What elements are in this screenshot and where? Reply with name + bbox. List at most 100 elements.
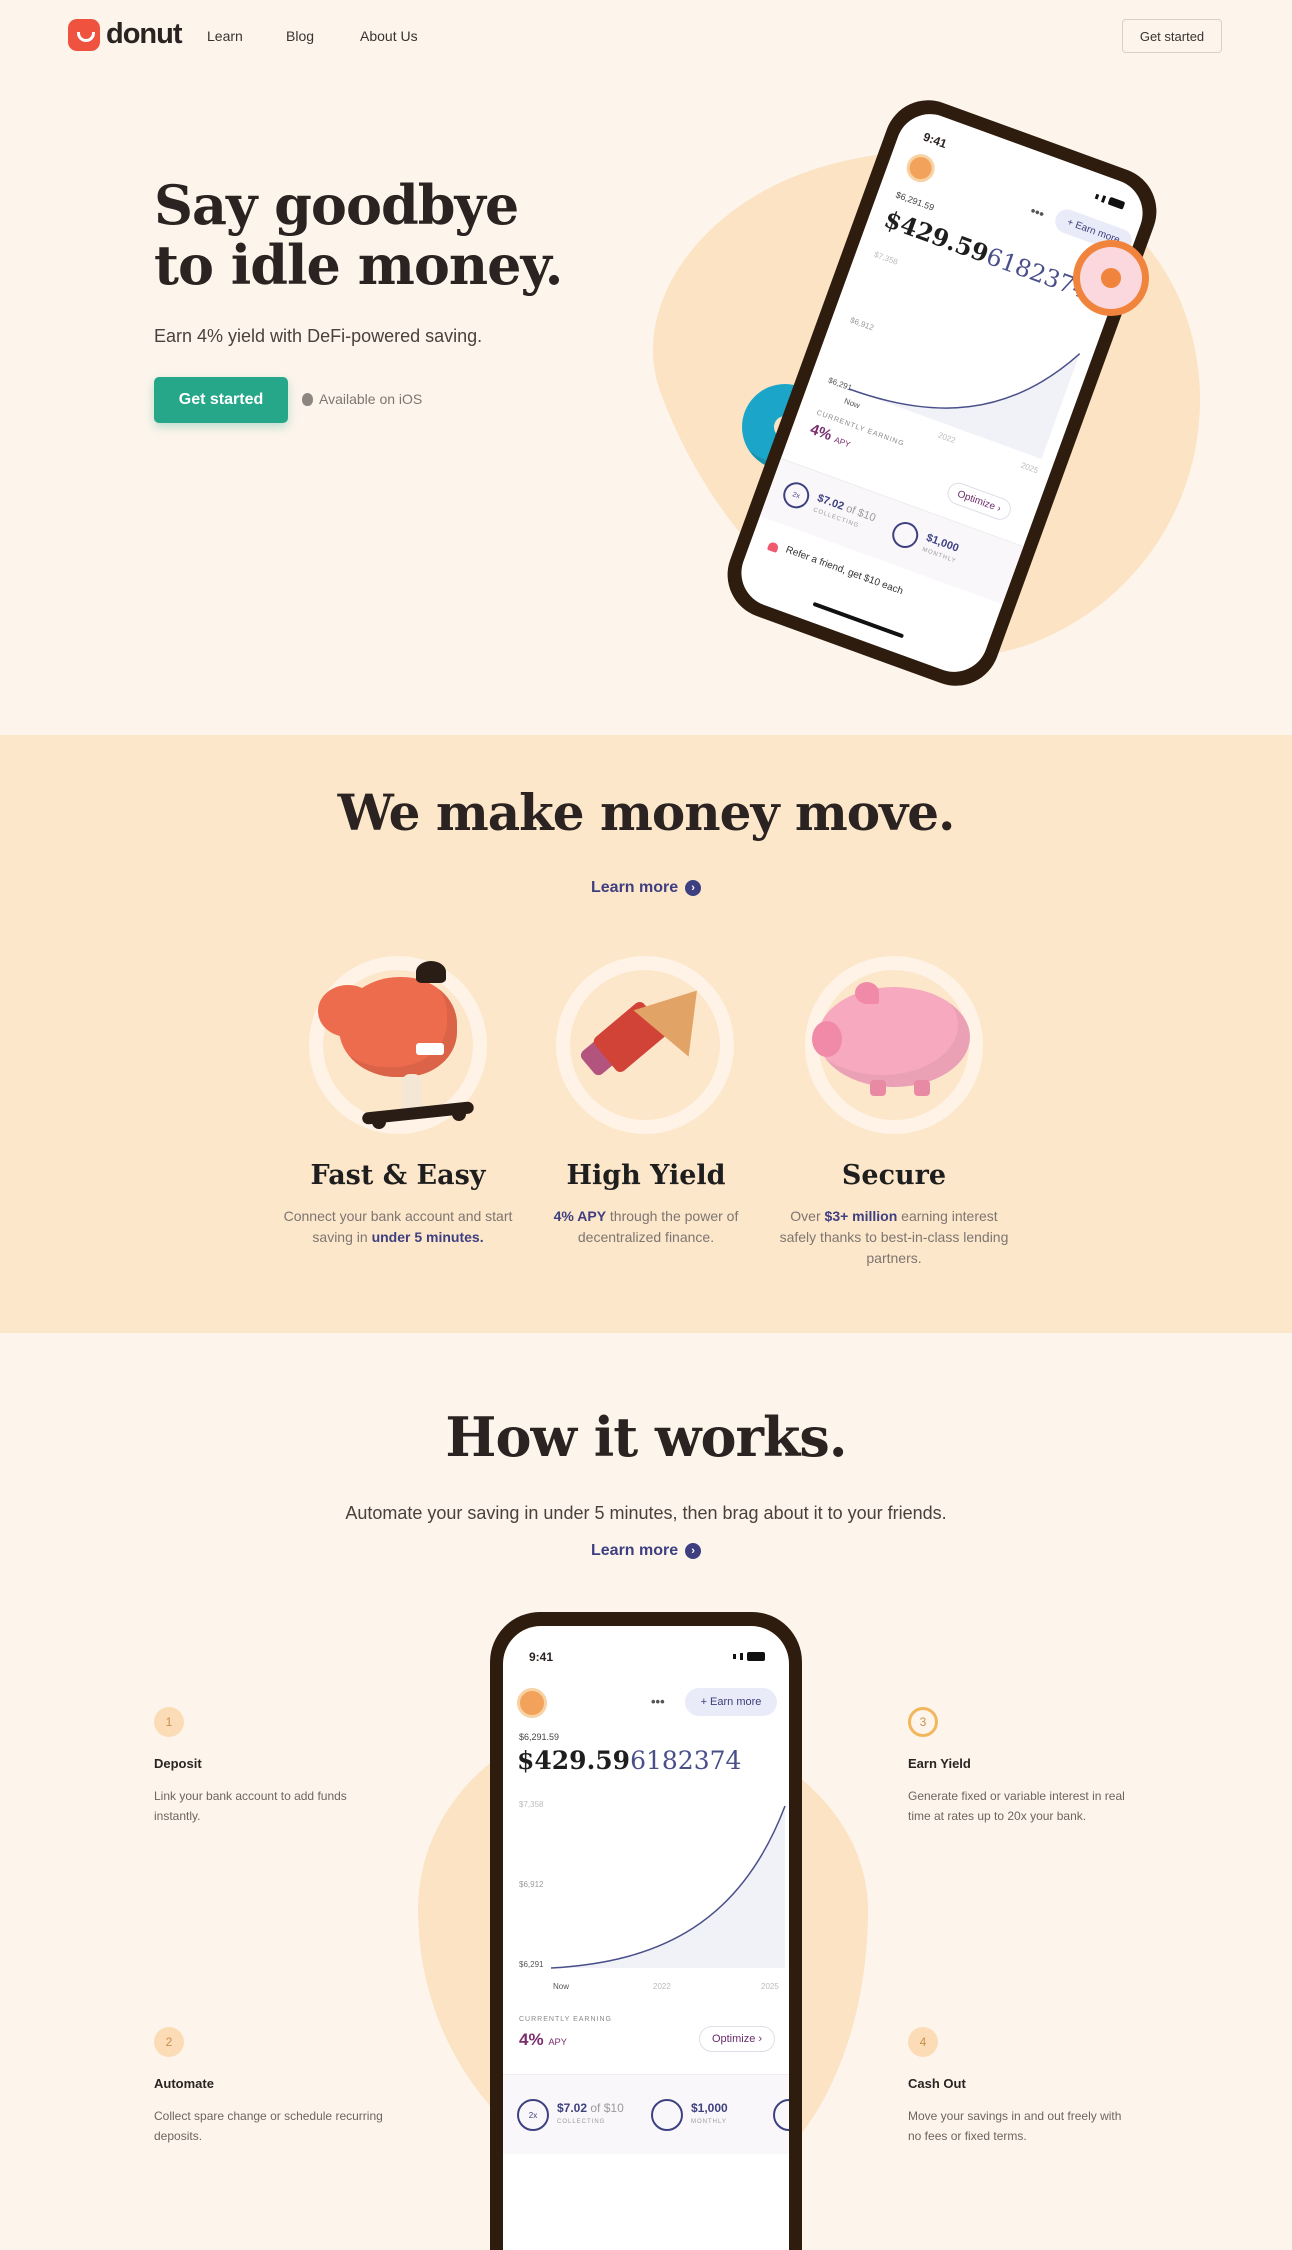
phone-time: 9:41 [529, 1650, 554, 1664]
signal-icon [733, 1654, 736, 1659]
round-up-amount: $7.02 [557, 2101, 588, 2115]
fast-easy-illustration [416, 1043, 444, 1055]
monthly-ring[interactable] [888, 518, 922, 552]
donut-logo-icon [68, 18, 100, 51]
top-nav: donut Learn Blog About Us Get started [0, 0, 1292, 72]
how-it-works-subtitle: Automate your saving in under 5 minutes,… [345, 1503, 947, 1523]
axis-label-mid: $6,912 [519, 1880, 544, 1889]
step-text-cash-out: Move your savings in and out freely with… [908, 2109, 1122, 2143]
piggy-bank-illustration [870, 1080, 886, 1096]
x-label-2022: 2022 [653, 1982, 671, 1991]
feature-title-high-yield: High Yield [566, 1160, 726, 1191]
more-icon[interactable]: ••• [651, 1694, 665, 1709]
battery-icon [1107, 196, 1126, 210]
step-number-3: 3 [908, 1707, 938, 1737]
skateboard-illustration [372, 1115, 386, 1129]
hero-get-started-button[interactable]: Get started [154, 377, 288, 423]
nav-get-started-button[interactable]: Get started [1122, 19, 1222, 53]
step-number-2: 2 [154, 2027, 184, 2057]
earn-more-button[interactable]: + Earn more [685, 1688, 777, 1716]
feature-text-part: Over [790, 1208, 825, 1224]
step-title-deposit: Deposit [154, 1756, 202, 1771]
x-label-2025: 2025 [761, 1982, 779, 1991]
heart-icon [766, 541, 780, 553]
currently-earning-label: CURRENTLY EARNING [519, 2016, 612, 2023]
hero-subtitle: Earn 4% yield with DeFi-powered saving. [154, 326, 483, 346]
axis-label-top: $7,358 [519, 1800, 544, 1809]
arrow-right-icon: › [685, 880, 702, 896]
learn-more-label: Learn more [591, 1542, 679, 1559]
feature-text-fast-easy: Connect your bank account and start savi… [278, 1206, 518, 1248]
step-title-automate: Automate [154, 2076, 214, 2091]
balance-tail: 6182374 [630, 1746, 742, 1775]
apy-number: 4% [807, 420, 835, 445]
growth-chart [848, 353, 1081, 459]
nav-link-learn[interactable]: Learn [207, 28, 243, 44]
step-title-cash-out: Cash Out [908, 2076, 966, 2091]
multiplier-ring[interactable]: 2x [517, 2099, 549, 2131]
axis-label-top: $7,358 [872, 249, 899, 267]
step-text-automate: Collect spare change or schedule recurri… [154, 2109, 383, 2143]
features-learn-more-link[interactable]: Learn more › [591, 879, 702, 897]
round-up-value: $7.02 of $10 [557, 2101, 624, 2115]
home-indicator [812, 601, 905, 639]
apy-number: 4% [519, 2030, 544, 2049]
ios-availability[interactable]: Available on iOS [302, 391, 422, 407]
feature-highlight: $3+ million [824, 1208, 898, 1224]
fast-easy-illustration [416, 961, 446, 983]
fast-easy-illustration [339, 977, 457, 1077]
arrow-right-icon: › [685, 1543, 702, 1559]
optimize-button[interactable]: Optimize › [944, 479, 1014, 523]
feature-title-fast-easy: Fast & Easy [310, 1160, 486, 1191]
piggy-bank-illustration [812, 1021, 842, 1057]
more-icon[interactable]: ••• [1028, 203, 1046, 222]
signal-icon [740, 1653, 743, 1660]
battery-icon [747, 1652, 765, 1661]
balance: $429.596182374 [517, 1746, 741, 1775]
feature-highlight: 4% APY [553, 1208, 607, 1224]
apy-unit: APY [548, 2037, 568, 2047]
piggy-bank-illustration [914, 1080, 930, 1096]
feature-highlight: under 5 minutes. [371, 1229, 484, 1245]
phone-status-icons [733, 1652, 765, 1661]
ios-label: Available on iOS [319, 391, 423, 407]
feature-title-secure: Secure [841, 1160, 947, 1191]
donut-logo[interactable]: donut [68, 18, 183, 51]
how-phone-mockup: 9:41 ••• + Earn more $6,291.59 $429.5961… [490, 1612, 802, 2250]
apple-icon [302, 392, 313, 406]
feature-text-high-yield: 4% APY through the power of decentralize… [526, 1206, 766, 1248]
how-learn-more-link[interactable]: Learn more › [591, 1542, 702, 1560]
nav-link-about[interactable]: About Us [360, 28, 418, 44]
growth-chart [551, 1805, 786, 1969]
step-title-earn-yield: Earn Yield [908, 1756, 971, 1771]
phone-screen: 9:41 ••• + Earn more $6,291.59 $429.5961… [503, 1626, 789, 2250]
x-label-now: Now [553, 1982, 570, 1991]
monthly-ring[interactable] [651, 2099, 683, 2131]
skateboard-illustration [452, 1107, 466, 1121]
axis-label-low: $6,291 [519, 1960, 544, 1969]
step-number-4: 4 [908, 2027, 938, 2057]
hero-title-line-2: to idle money. [154, 233, 563, 297]
features-title: We make money move. [337, 783, 956, 842]
optimize-button[interactable]: Optimize › [699, 2026, 775, 2052]
how-it-works-title: How it works. [445, 1405, 847, 1469]
step-text-earn-yield: Generate fixed or variable interest in r… [908, 1789, 1125, 1823]
feature-text-secure: Over $3+ million earning interest safely… [774, 1206, 1014, 1269]
deposited-amount: $6,291.59 [519, 1732, 560, 1742]
brand-name: donut [106, 18, 183, 50]
phone-status-icons [1094, 192, 1126, 210]
avatar[interactable] [902, 150, 939, 187]
next-card-ring[interactable] [773, 2099, 789, 2131]
balance-main: $429.59 [517, 1746, 631, 1775]
round-up-goal: of $10 [590, 2101, 624, 2115]
nav-link-blog[interactable]: Blog [286, 28, 314, 44]
multiplier-ring[interactable]: 2x [779, 478, 813, 512]
step-text-deposit: Link your bank account to add funds inst… [154, 1789, 347, 1823]
savings-cards: 2x $7.02 of $10 COLLECTING $1,000 MONTHL… [503, 2074, 789, 2154]
signal-icon [1094, 193, 1100, 200]
apy-unit: APY [832, 435, 852, 450]
pink-donut-illustration [1073, 240, 1149, 316]
avatar[interactable] [517, 1688, 547, 1718]
hero-title: Say goodbye to idle money. [154, 175, 563, 297]
phone-time: 9:41 [921, 129, 949, 152]
